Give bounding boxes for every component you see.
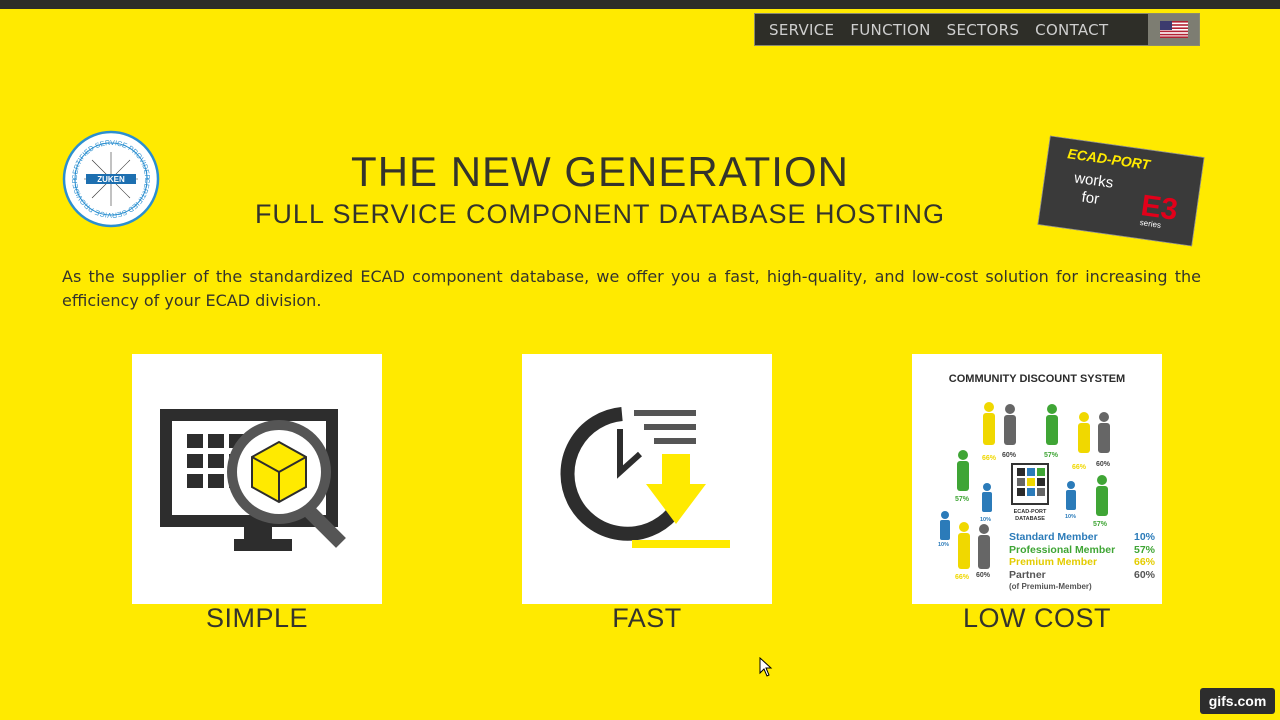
language-switch[interactable] — [1148, 14, 1199, 45]
pct-label: 60% — [976, 572, 991, 579]
feature-card-fast — [522, 354, 772, 604]
monitor-search-cube-icon — [160, 409, 346, 551]
main-nav: SERVICE FUNCTION SECTORS CONTACT — [754, 13, 1200, 46]
intro-paragraph: As the supplier of the standardized ECAD… — [62, 267, 1201, 310]
pct-label: 10% — [938, 542, 949, 548]
db-label-2: DATABASE — [1015, 516, 1045, 522]
pct-label: 66% — [982, 455, 997, 462]
nav-contact[interactable]: CONTACT — [1035, 15, 1108, 45]
legend-professional: Professional Member 57% — [1009, 543, 1155, 556]
member-legend: Standard Member 10% Professional Member 57… — [1009, 531, 1155, 591]
pct-label: 60% — [1002, 452, 1017, 459]
pct-label: 10% — [980, 517, 991, 523]
legend-premium: Premium Member 66% — [1009, 556, 1155, 568]
clock-download-icon — [560, 407, 730, 548]
feature-label-fast: FAST — [612, 603, 682, 633]
pct-label: 57% — [1093, 521, 1108, 528]
pct-label: 57% — [1044, 452, 1059, 459]
nav-service[interactable]: SERVICE — [769, 15, 834, 45]
pct-label: 66% — [1072, 464, 1087, 471]
watermark: gifs.com — [1200, 688, 1275, 714]
feature-card-simple — [132, 354, 382, 604]
pct-label: 60% — [1096, 461, 1111, 468]
feature-label-simple: SIMPLE — [205, 603, 309, 633]
db-label-1: ECAD-PORT — [1014, 509, 1047, 515]
us-flag-icon — [1159, 21, 1188, 38]
feature-card-low-cost: COMMUNITY DISCOUNT SYSTEM ECAD-PORT DATA… — [912, 354, 1162, 604]
legend-standard: Standard Member 10% — [1009, 531, 1155, 543]
partner-note: (of Premium-Member) — [1009, 582, 1092, 591]
nav-function[interactable]: FUNCTION — [850, 15, 930, 45]
feature-label-low-cost: LOW COST — [962, 603, 1111, 633]
nav-sectors[interactable]: SECTORS — [947, 15, 1020, 45]
top-bar — [0, 0, 1280, 9]
pct-label: 10% — [1065, 514, 1076, 520]
legend-partner: Partner 60% — [1009, 568, 1155, 581]
page-subtitle: FULL SERVICE COMPONENT DATABASE HOSTING — [254, 199, 946, 229]
pct-label: 57% — [955, 496, 970, 503]
mouse-cursor-icon — [759, 656, 773, 681]
page-title: THE NEW GENERATION — [351, 148, 849, 195]
pct-label: 66% — [955, 574, 970, 581]
